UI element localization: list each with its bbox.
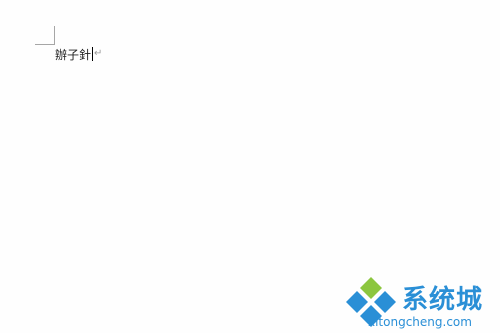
paragraph-mark-icon: ↵ (94, 48, 103, 59)
site-watermark: 系统城 xitongcheng.com (340, 275, 498, 331)
document-text[interactable]: 辦子針 (55, 46, 91, 63)
margin-corner-horizontal (35, 44, 55, 45)
watermark-title: 系统城 (402, 285, 484, 315)
margin-corner-vertical (54, 26, 55, 45)
text-cursor (92, 47, 94, 61)
watermark-url: xitongcheng.com (368, 315, 472, 329)
document-text-line[interactable]: 辦子針 ↵ (55, 45, 102, 63)
margin-corner-mark (35, 26, 55, 45)
